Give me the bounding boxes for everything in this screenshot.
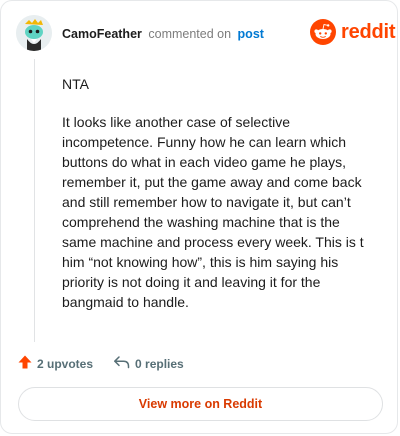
reddit-logo[interactable]: reddit bbox=[310, 19, 396, 45]
comment-embed-card: CamoFeather commented on post reddit NTA… bbox=[0, 0, 398, 434]
username-link[interactable]: CamoFeather bbox=[62, 27, 142, 41]
reddit-alien-icon bbox=[310, 19, 336, 45]
replies-button[interactable]: 0 replies bbox=[113, 354, 184, 373]
upvote-arrow-icon bbox=[17, 354, 33, 373]
comment-body: NTA It looks like another case of select… bbox=[62, 74, 366, 330]
action-text: commented on bbox=[148, 27, 232, 41]
comment-paragraph: NTA bbox=[62, 76, 89, 92]
replies-count: 0 replies bbox=[135, 356, 184, 371]
snoo-avatar-icon bbox=[16, 15, 52, 51]
reply-arrow-icon bbox=[113, 354, 131, 373]
comment-footer: 2 upvotes 0 replies bbox=[17, 354, 184, 373]
upvotes-button[interactable]: 2 upvotes bbox=[17, 354, 93, 373]
comment-header: CamoFeather commented on post bbox=[62, 27, 264, 41]
avatar[interactable] bbox=[16, 15, 52, 51]
thread-line[interactable] bbox=[34, 59, 35, 342]
comment-paragraph: It looks like another case of selective … bbox=[62, 114, 364, 310]
view-more-on-reddit-button[interactable]: View more on Reddit bbox=[18, 387, 383, 421]
reddit-wordmark: reddit bbox=[341, 20, 396, 43]
post-link[interactable]: post bbox=[238, 27, 264, 41]
upvotes-count: 2 upvotes bbox=[37, 356, 94, 371]
